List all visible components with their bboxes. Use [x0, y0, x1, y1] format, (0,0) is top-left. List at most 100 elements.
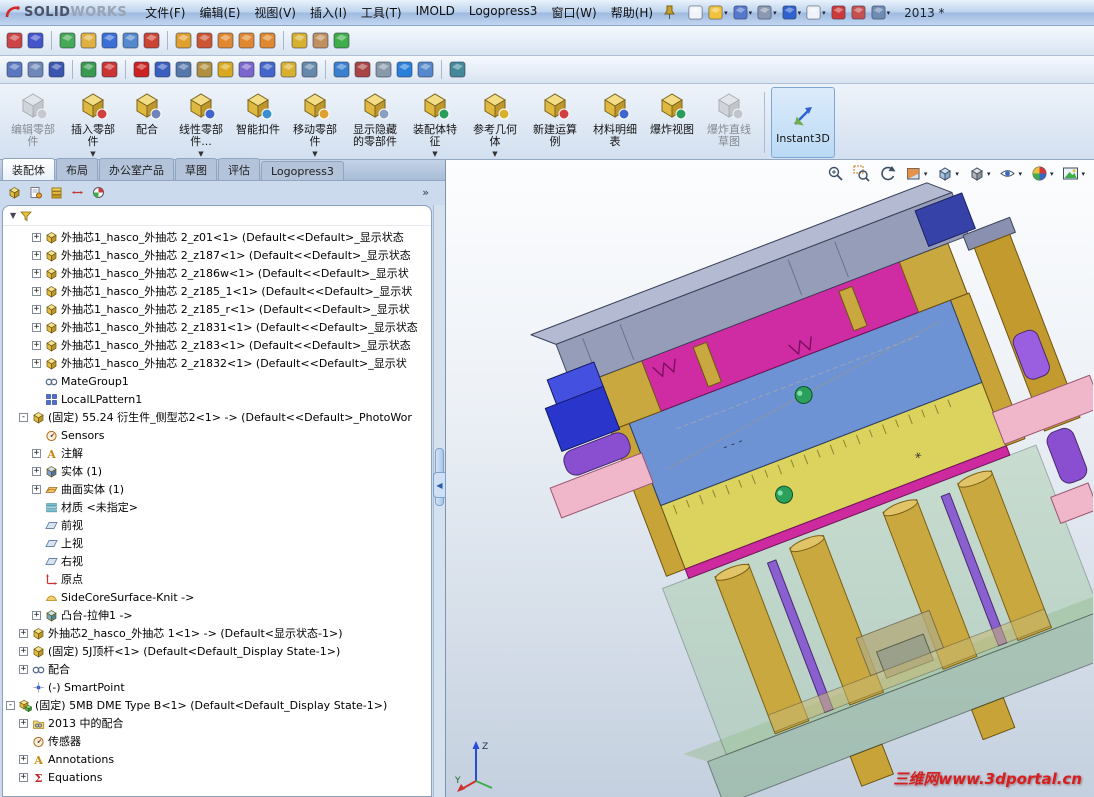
save-icon[interactable]: ▾ [732, 4, 754, 21]
menu-item[interactable]: 文件(F) [138, 1, 192, 24]
monitor-icon[interactable] [26, 60, 45, 79]
align-lines-icon[interactable] [153, 60, 172, 79]
orange-diamond-1-icon[interactable] [216, 31, 235, 50]
menu-item[interactable]: 工具(T) [354, 1, 409, 24]
tree-item[interactable]: 前视 [3, 516, 431, 534]
expand-toggle[interactable]: + [19, 754, 28, 764]
tree-item[interactable]: SideCoreSurface-Knit -> [3, 588, 431, 606]
smart-fasteners-button[interactable]: 智能扣件 [232, 87, 284, 158]
pour-bucket-icon[interactable] [174, 31, 193, 50]
instant3d-button[interactable]: Instant3D [771, 87, 835, 158]
zoom-to-area-icon[interactable] [852, 164, 871, 183]
menu-item[interactable]: 帮助(H) [604, 1, 660, 24]
tree-item[interactable]: + 外抽芯1_hasco_外抽芯 2_z1831<1> (Default<<Def… [3, 318, 431, 336]
expand-toggle[interactable]: + [32, 340, 41, 350]
tree-item[interactable]: 原点 [3, 570, 431, 588]
expand-toggle[interactable]: + [19, 628, 28, 638]
tree-item[interactable]: + 配合 [3, 660, 431, 678]
ruler-icon[interactable] [195, 60, 214, 79]
tree-item[interactable]: + 实体 (1) [3, 462, 431, 480]
section-view-icon[interactable]: ▾ [904, 164, 929, 183]
globe-icon[interactable] [79, 60, 98, 79]
tree-item[interactable]: + 凸台-拉伸1 -> [3, 606, 431, 624]
menu-item[interactable]: 视图(V) [247, 1, 303, 24]
red-up-arrow-icon[interactable] [142, 31, 161, 50]
new-document-icon[interactable] [687, 4, 704, 21]
expand-toggle[interactable]: + [32, 466, 41, 476]
filter-caret[interactable]: ▼ [10, 211, 16, 220]
flyout-arrow-icon[interactable]: ▼ [312, 148, 317, 160]
expand-toggle[interactable]: + [19, 772, 28, 782]
expand-toggle[interactable]: + [32, 358, 41, 368]
save-disk-icon[interactable] [47, 60, 66, 79]
edit-appearance-icon[interactable]: ▾ [1030, 164, 1055, 183]
tab-office-products[interactable]: 办公室产品 [99, 158, 174, 180]
propertymanager-icon[interactable] [28, 185, 43, 200]
tree-item[interactable]: + 外抽芯1_hasco_外抽芯 2_z185_1<1> (Default<<De… [3, 282, 431, 300]
tree-item[interactable]: + 外抽芯1_hasco_外抽芯 2_z186w<1> (Default<<Def… [3, 264, 431, 282]
filter-funnel-icon[interactable] [20, 210, 33, 222]
tree-item[interactable]: + 外抽芯1_hasco_外抽芯 2_z183<1> (Default<<Defa… [3, 336, 431, 354]
expand-toggle[interactable]: - [19, 412, 28, 422]
undo-icon[interactable]: ▾ [781, 4, 803, 21]
red-funnel-icon[interactable] [195, 31, 214, 50]
expand-toggle[interactable]: + [32, 268, 41, 278]
blue-up-arrow-icon[interactable] [100, 31, 119, 50]
mold-split-icon[interactable] [5, 31, 24, 50]
clipboard-icon[interactable] [850, 4, 867, 21]
tab-logopress3[interactable]: Logopress3 [261, 161, 344, 180]
tree-item[interactable]: + (固定) 5J顶杆<1> (Default<Default_Display S… [3, 642, 431, 660]
exploded-view-button[interactable]: 爆炸视图 [646, 87, 698, 158]
orange-diamond-2-icon[interactable] [237, 31, 256, 50]
previous-view-icon[interactable] [878, 164, 897, 183]
assembly-features-button[interactable]: 装配体特征 ▼ [406, 87, 464, 158]
task-pane-icon[interactable]: ▾ [870, 4, 892, 21]
zoom-to-fit-icon[interactable] [826, 164, 845, 183]
zoom-magnifier-icon[interactable] [121, 31, 140, 50]
expand-toggle[interactable]: + [32, 484, 41, 494]
expand-toggle[interactable]: + [32, 304, 41, 314]
menu-item[interactable]: 插入(I) [303, 1, 354, 24]
panel-collapse-button[interactable]: ◀ [433, 472, 446, 499]
tree-item[interactable]: LocalLPattern1 [3, 390, 431, 408]
featuremanager-tree-icon[interactable] [7, 185, 22, 200]
tree-item[interactable]: 上视 [3, 534, 431, 552]
expand-toggle[interactable]: + [32, 250, 41, 260]
info-icon[interactable] [416, 60, 435, 79]
tree-item[interactable]: 右视 [3, 552, 431, 570]
tree-item[interactable]: + 外抽芯1_hasco_外抽芯 2_z185_r<1> (Default<<De… [3, 300, 431, 318]
tab-layout[interactable]: 布局 [56, 158, 98, 180]
expand-toggle[interactable]: + [32, 610, 41, 620]
tree-item[interactable]: +2013 中的配合 [3, 714, 431, 732]
grid-blue-icon[interactable] [258, 60, 277, 79]
columns-icon[interactable] [300, 60, 319, 79]
apply-scene-icon[interactable]: ▾ [1061, 164, 1086, 183]
reference-geometry-button[interactable]: 参考几何体 ▼ [466, 87, 524, 158]
linear-component-pattern-button[interactable]: 线性零部件... ▼ [172, 87, 230, 158]
green-cube-icon[interactable] [332, 31, 351, 50]
tree-item[interactable]: + 外抽芯1_hasco_外抽芯 2_z187<1> (Default<<Defa… [3, 246, 431, 264]
text-a-icon[interactable] [132, 60, 151, 79]
yellow-part-icon[interactable] [79, 31, 98, 50]
tab-evaluate[interactable]: 评估 [218, 158, 260, 180]
new-motion-study-button[interactable]: 新建运算例 [526, 87, 584, 158]
record-toggle-icon[interactable] [830, 4, 847, 21]
menu-item[interactable]: 窗口(W) [544, 1, 603, 24]
window-icon[interactable] [5, 60, 24, 79]
menu-item[interactable]: IMOLD [409, 1, 462, 24]
expand-toggle[interactable]: - [6, 700, 15, 710]
view-orientation-icon[interactable]: ▾ [935, 164, 960, 183]
pin-menu-icon[interactable] [663, 5, 676, 20]
displaymanager-icon[interactable] [91, 185, 106, 200]
mold-cavity-icon[interactable] [26, 31, 45, 50]
move-component-button[interactable]: 移动零部件 ▼ [286, 87, 344, 158]
tree-item[interactable]: + 曲面实体 (1) [3, 480, 431, 498]
table-grid-icon[interactable] [174, 60, 193, 79]
tree-item[interactable]: - (固定) 5MB DME Type B<1> (Default<Default… [3, 696, 431, 714]
filter-yellow-icon[interactable] [279, 60, 298, 79]
yellow-steps-icon[interactable] [290, 31, 309, 50]
print-icon[interactable]: ▾ [756, 4, 778, 21]
tree-item[interactable]: + A Annotations [3, 750, 431, 768]
tree-item[interactable]: + Σ Equations [3, 768, 431, 786]
green-globe-icon[interactable] [58, 31, 77, 50]
